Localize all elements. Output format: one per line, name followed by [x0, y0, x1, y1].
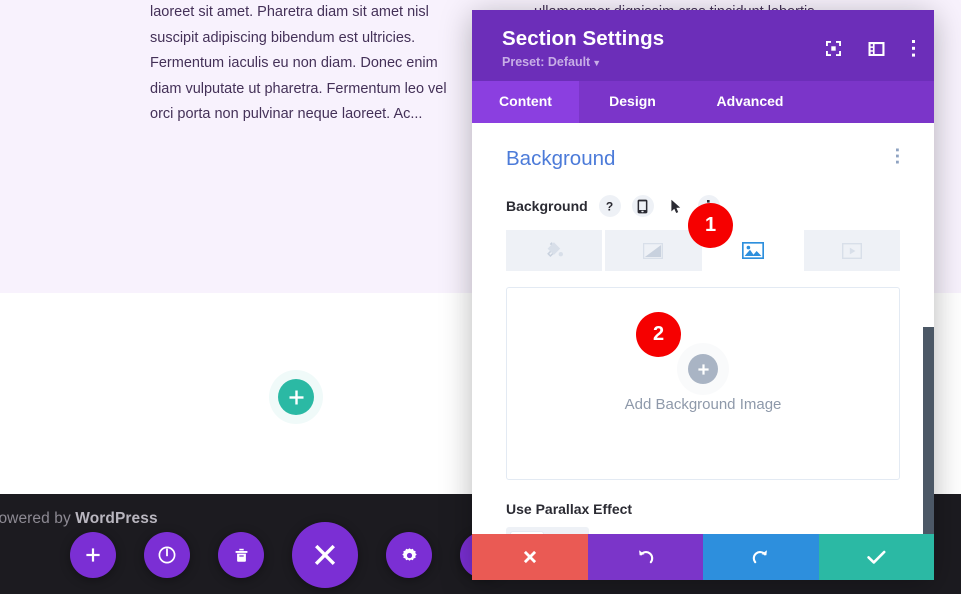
background-image-tab[interactable]: [704, 230, 801, 271]
paint-bucket-icon: [546, 242, 563, 258]
save-changes-button[interactable]: [818, 534, 934, 580]
kebab-menu-icon[interactable]: [911, 39, 916, 58]
text-line: quat: [0, 0, 136, 26]
focus-icon[interactable]: [825, 40, 842, 57]
plus-icon: [86, 548, 100, 562]
add-background-image-dropzone[interactable]: Add Background Image: [506, 287, 900, 480]
responsive-mobile-icon[interactable]: [631, 195, 654, 217]
modal-scrollbar[interactable]: [923, 327, 934, 534]
modal-body: Background Background ? Add Background I…: [472, 123, 934, 534]
redo-button[interactable]: [703, 534, 819, 580]
svg-text:?: ?: [606, 199, 613, 213]
modal-header-icons: [825, 39, 916, 58]
layout-panel-icon[interactable]: [868, 41, 885, 57]
background-video-tab[interactable]: [803, 230, 900, 271]
hover-cursor-icon[interactable]: [665, 195, 687, 217]
undo-icon: [638, 549, 653, 563]
section-settings-modal: Section Settings Preset: Default ▼ Conte…: [472, 10, 934, 580]
use-parallax-effect-label: Use Parallax Effect: [506, 501, 633, 517]
gradient-icon: [643, 242, 664, 259]
add-background-image-label: Add Background Image: [624, 396, 782, 413]
check-icon: [867, 550, 886, 564]
help-icon[interactable]: ?: [598, 195, 621, 217]
screen: quat dictum. gestas ique s sed laoreet s…: [0, 0, 961, 594]
x-icon: [523, 550, 536, 564]
toolbar-settings-button[interactable]: [386, 532, 432, 578]
power-icon: [158, 546, 176, 564]
tab-content[interactable]: Content: [472, 81, 579, 123]
plus-icon: [289, 390, 303, 404]
toolbar-trash-button[interactable]: [218, 532, 264, 578]
background-type-tabs: [506, 230, 900, 271]
background-section-header: Background: [506, 123, 900, 171]
image-icon: [741, 242, 764, 259]
toolbar-power-button[interactable]: [144, 532, 190, 578]
preset-label: Preset: Default: [502, 55, 591, 69]
modal-action-bar: [472, 534, 934, 580]
toolbar-close-builder-button[interactable]: [292, 522, 358, 588]
add-new-section-button[interactable]: [278, 379, 314, 415]
toolbar-add-button[interactable]: [70, 532, 116, 578]
page-text-column-middle: laoreet sit amet. Pharetra diam sit amet…: [150, 4, 447, 122]
video-icon: [841, 242, 862, 259]
upload-plus-icon: [688, 354, 718, 384]
preset-selector[interactable]: Preset: Default ▼: [502, 55, 601, 69]
redo-icon: [753, 549, 768, 563]
use-parallax-effect-toggle[interactable]: NO: [506, 527, 589, 534]
text-line: dictum.: [0, 26, 136, 52]
toggle-knob: [510, 531, 544, 534]
tab-advanced[interactable]: Advanced: [686, 81, 814, 123]
background-color-tab[interactable]: [506, 230, 603, 271]
text-line: s sed: [0, 102, 136, 128]
trash-icon: [235, 548, 247, 562]
modal-tabs: Content Design Advanced: [472, 81, 934, 123]
section-options-kebab-icon[interactable]: [895, 148, 900, 170]
tab-design[interactable]: Design: [579, 81, 686, 123]
divi-builder-toolbar: [70, 522, 506, 588]
chevron-down-icon: ▼: [592, 58, 602, 68]
kebab-options-icon[interactable]: [697, 195, 720, 217]
background-gradient-tab[interactable]: [605, 230, 702, 271]
close-icon: [314, 544, 336, 565]
text-line: ique: [0, 77, 136, 103]
page-text-column-left: quat dictum. gestas ique s sed: [0, 0, 136, 128]
background-field-label: Background: [506, 198, 588, 214]
modal-header: Section Settings Preset: Default ▼: [472, 10, 934, 81]
background-field-row: Background ?: [506, 195, 900, 217]
section-heading: Background: [506, 147, 616, 170]
powered-by-prefix: Powered by: [0, 510, 71, 527]
text-line: gestas: [0, 51, 136, 77]
gear-icon: [401, 547, 417, 561]
undo-button[interactable]: [587, 534, 703, 580]
discard-changes-button[interactable]: [472, 534, 588, 580]
